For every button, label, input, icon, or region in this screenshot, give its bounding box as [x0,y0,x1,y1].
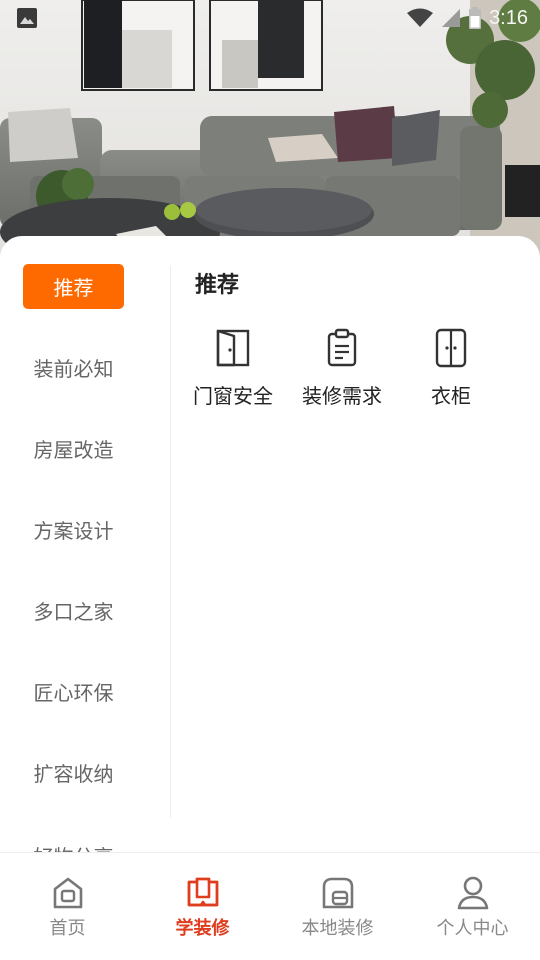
section-title: 推荐 [195,273,240,298]
signal-icon [442,9,461,27]
grid-item-label: 衣柜 [431,384,471,408]
nav-tab-learn-renovation[interactable]: 学装修 [135,853,270,960]
profile-icon [457,876,489,910]
grid-item-label: 装修需求 [302,384,382,408]
clipboard-icon [327,328,357,367]
battery-icon [469,7,482,29]
nav-tab-home[interactable]: 首页 [0,853,135,960]
content-sheet: 推荐 装前必知 房屋改造 方案设计 多口之家 匠心环保 扩容收纳 好物分享 推荐… [0,236,540,852]
gallery-icon [17,8,37,28]
status-time: 3:16 [489,6,528,29]
nav-tab-local-renovation[interactable]: 本地装修 [270,853,405,960]
wifi-icon [407,8,434,27]
grid-item-wardrobe[interactable]: 衣柜 [396,326,506,412]
nav-label: 首页 [49,918,86,939]
grid-item-label: 门窗安全 [193,384,273,408]
bottom-navigation: 首页 学装修 本地装修 个人中心 [0,852,540,960]
wardrobe-icon [435,328,467,368]
category-item-family[interactable]: 多口之家 [23,588,124,633]
nav-tab-profile[interactable]: 个人中心 [405,853,540,960]
category-item-goods-sharing[interactable]: 好物分享 [23,841,124,852]
recommend-grid: 门窗安全 装修需求 衣柜 [178,326,518,416]
grid-item-door-window-safety[interactable]: 门窗安全 [178,326,288,412]
category-item-recommend[interactable]: 推荐 [23,264,124,309]
local-renovation-icon [322,877,354,909]
category-item-eco[interactable]: 匠心环保 [23,669,124,714]
nav-label: 学装修 [175,918,230,939]
category-item-pre-renovation[interactable]: 装前必知 [23,345,124,390]
book-icon [187,877,219,907]
home-icon [53,877,83,909]
category-item-plan-design[interactable]: 方案设计 [23,507,124,552]
door-icon [216,329,250,367]
status-bar: 3:16 [0,0,540,36]
hero-image [0,0,540,262]
sidebar-divider [170,266,171,818]
nav-label: 个人中心 [436,918,509,939]
grid-item-renovation-needs[interactable]: 装修需求 [287,326,397,412]
category-sidebar: 推荐 装前必知 房屋改造 方案设计 多口之家 匠心环保 扩容收纳 好物分享 [0,236,170,852]
category-item-house-renovation[interactable]: 房屋改造 [23,426,124,471]
nav-label: 本地装修 [301,918,374,939]
category-item-storage[interactable]: 扩容收纳 [23,750,124,795]
